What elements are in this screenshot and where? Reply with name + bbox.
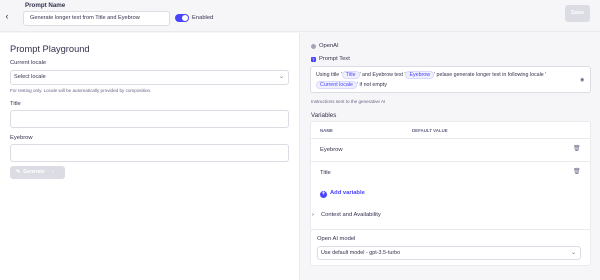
- eyebrow-label: Eyebrow: [10, 135, 33, 141]
- column-header-default-value: DEFAULT VALUE: [412, 128, 448, 133]
- prompt-text-part: Using title ': [316, 72, 342, 78]
- context-availability-toggle[interactable]: › Context and Availability: [312, 212, 381, 218]
- generate-button[interactable]: ✎ Generate ›: [10, 166, 65, 179]
- model-select-value: Use default model - gpt-3.5-turbo: [321, 250, 401, 256]
- prompt-playground-panel: Prompt Playground Current locale Select …: [0, 33, 300, 280]
- variable-chip-locale: Current locale: [316, 81, 357, 89]
- variable-name: Title: [320, 170, 331, 176]
- table-row: Eyebrow 🗑: [311, 138, 590, 161]
- model-label: Open AI model: [317, 236, 356, 242]
- add-variable-label: Add variable: [330, 190, 365, 196]
- eye-icon[interactable]: ◉: [580, 78, 587, 83]
- table-row: Title 🗑: [311, 161, 590, 184]
- prompt-config-panel: OpenAI T Prompt Text Using title ' Title '…: [301, 33, 600, 280]
- chevron-down-icon: ⌄: [278, 74, 284, 80]
- chevron-left-icon[interactable]: ‹: [3, 11, 11, 21]
- current-locale-label: Current locale: [10, 60, 47, 66]
- locale-select[interactable]: Select locale ⌄: [10, 70, 289, 85]
- locale-hint: For testing only. Locale will be automat…: [10, 88, 152, 93]
- instructions-hint: Instructions sent to the generative AI: [311, 99, 386, 104]
- provider-label: OpenAI: [319, 43, 339, 49]
- model-select[interactable]: Use default model - gpt-3.5-turbo ⌄: [317, 246, 581, 260]
- title-input[interactable]: [10, 110, 289, 128]
- chevron-right-icon: ›: [51, 169, 54, 175]
- add-variable-button[interactable]: + Add variable: [320, 190, 365, 198]
- variable-chip-eyebrow: Eyebrow: [405, 71, 435, 79]
- model-section: Open AI model Use default model - gpt-3.…: [310, 229, 591, 266]
- enabled-label: Enabled: [192, 15, 214, 21]
- locale-select-value: Select locale: [14, 74, 46, 80]
- chevron-right-icon: ›: [312, 212, 314, 218]
- prompt-text-label: Prompt Text: [319, 56, 350, 62]
- wand-icon: ✎: [16, 169, 21, 175]
- eyebrow-input[interactable]: [10, 144, 289, 162]
- text-icon: T: [311, 57, 316, 62]
- context-label: Context and Availability: [320, 212, 381, 218]
- header-bar: ‹ Prompt Name Generate longer text from …: [0, 0, 600, 32]
- save-button[interactable]: Save: [565, 5, 590, 22]
- prompt-text-part: ' pelase generate longer text in followi…: [434, 72, 547, 78]
- prompt-text-part: ' and Eyebrow text ': [359, 72, 406, 78]
- variable-name: Eyebrow: [320, 147, 343, 153]
- plus-circle-icon: +: [320, 191, 327, 198]
- variable-chip-title: Title: [341, 71, 360, 79]
- chevron-down-icon: ⌄: [570, 250, 576, 256]
- prompt-name-label: Prompt Name: [25, 2, 66, 9]
- column-header-name: NAME: [320, 128, 333, 133]
- generate-label: Generate: [23, 169, 45, 175]
- trash-icon[interactable]: 🗑: [573, 168, 581, 175]
- trash-icon[interactable]: 🗑: [573, 145, 581, 152]
- prompt-text-editor[interactable]: Using title ' Title ' and Eyebrow text ' Ey…: [310, 66, 591, 93]
- prompt-name-input[interactable]: Generate longer text from Title and Eyeb…: [23, 11, 170, 26]
- prompt-text-part: ' if not empty: [356, 82, 387, 88]
- enabled-toggle[interactable]: [175, 14, 189, 22]
- title-label: Title: [10, 101, 21, 107]
- playground-title: Prompt Playground: [10, 44, 90, 54]
- variables-label: Variables: [311, 112, 337, 119]
- openai-icon: [311, 44, 316, 49]
